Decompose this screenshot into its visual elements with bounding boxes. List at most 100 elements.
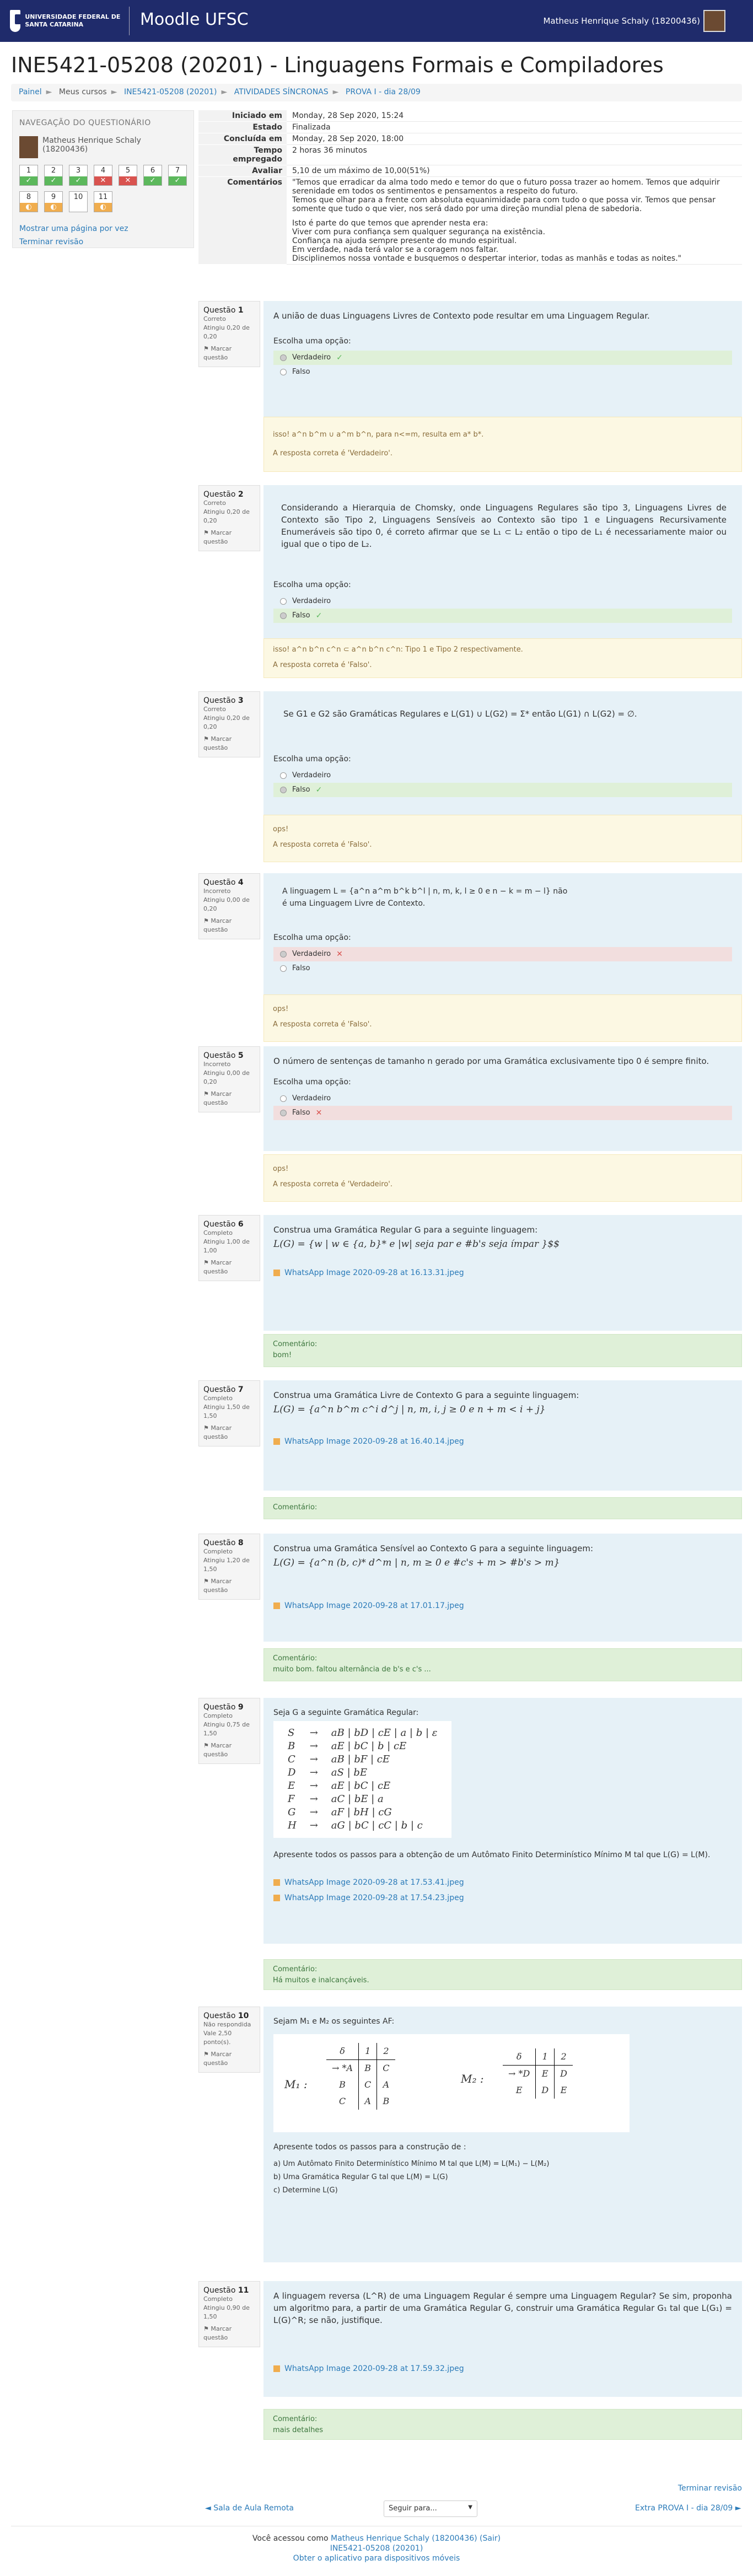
question-1-content: A união de duas Linguagens Livres de Con… xyxy=(263,301,742,417)
attachment-link[interactable]: WhatsApp Image 2020-09-28 at 17.53.41.jp… xyxy=(284,1878,464,1887)
prev-activity-link[interactable]: ◄ Sala de Aula Remota xyxy=(205,2504,294,2513)
option-true[interactable]: Verdadeiro xyxy=(273,594,732,609)
quiz-nav-user-name[interactable]: Matheus Henrique Schaly (18200436) xyxy=(42,136,187,158)
flag-question[interactable]: ⚑ Marcar questão xyxy=(203,345,255,362)
question-nav-button[interactable]: 4 ✕ xyxy=(94,165,112,186)
question-nav-button[interactable]: 9 ◐ xyxy=(44,191,63,212)
attachment-link[interactable]: WhatsApp Image 2020-09-28 at 17.59.32.jp… xyxy=(284,2364,464,2373)
table-head-cell: 2 xyxy=(376,2043,395,2060)
question-8-comment: Comentário: muito bom. faltou alternânci… xyxy=(263,1648,742,1681)
attachment-link[interactable]: WhatsApp Image 2020-09-28 at 16.13.31.jp… xyxy=(284,1268,464,1277)
breadcrumb-separator: ► xyxy=(111,88,117,96)
attachment-link[interactable]: WhatsApp Image 2020-09-28 at 17.54.23.jp… xyxy=(284,1894,464,1902)
user-avatar[interactable] xyxy=(703,10,725,32)
breadcrumb: Painel ► Meus cursos ► INE5421-05208 (2020… xyxy=(11,84,742,101)
question-word: Questão xyxy=(203,1385,238,1394)
user-menu-name[interactable]: Matheus Henrique Schaly (18200436) xyxy=(543,16,700,26)
flag-question[interactable]: ⚑ Marcar questão xyxy=(203,1259,255,1276)
flag-question[interactable]: ⚑ Marcar questão xyxy=(203,735,255,752)
option-true[interactable]: Verdadeiro xyxy=(273,1091,732,1106)
language-formula: L(G) = {a^n (b, c)* d^m | n, m ≥ 0 e #c'… xyxy=(273,1557,560,1568)
question-nav-number: 3 xyxy=(76,166,81,175)
option-true[interactable]: Verdadeiro ✕ xyxy=(273,947,732,961)
flag-question[interactable]: ⚑ Marcar questão xyxy=(203,1424,255,1442)
question-nav-button[interactable]: 10 xyxy=(69,191,88,212)
question-score: Atingiu 0,00 de 0,20 xyxy=(203,896,250,912)
flag-question[interactable]: ⚑ Marcar questão xyxy=(203,2050,255,2068)
show-one-page-link[interactable]: Mostrar uma página por vez xyxy=(19,224,128,233)
flag-icon: ⚑ xyxy=(203,735,211,743)
question-nav-button[interactable]: 8 ◐ xyxy=(19,191,38,212)
next-activity-link[interactable]: Extra PROVA I - dia 28/09 ► xyxy=(635,2504,741,2513)
flag-question[interactable]: ⚑ Marcar questão xyxy=(203,917,255,934)
question-nav-button[interactable]: 2 ✓ xyxy=(44,165,63,186)
radio-selected[interactable] xyxy=(280,951,287,958)
radio[interactable] xyxy=(280,965,287,972)
attachment-link[interactable]: WhatsApp Image 2020-09-28 at 17.01.17.jp… xyxy=(284,1601,464,1610)
check-icon: ✓ xyxy=(336,353,343,362)
image-file-icon xyxy=(273,1879,280,1886)
question-buttons: 1 ✓ 2 ✓ 3 ✓ 4 ✕ 5 ✕ 6 ✓ 7 ✓ 8 ◐ 9 ◐ 10 11 ◐ xyxy=(19,165,187,212)
finish-review-link[interactable]: Terminar revisão xyxy=(19,238,83,246)
option-false[interactable]: Falso ✕ xyxy=(273,1106,732,1120)
breadcrumb-my-courses[interactable]: Meus cursos xyxy=(59,88,107,96)
summary-label: Estado xyxy=(198,121,287,133)
question-status: Incorreto xyxy=(203,1061,231,1068)
m1-transition-table: δ 1 2 → *A B C B C A C A B xyxy=(326,2043,395,2110)
option-false[interactable]: Falso xyxy=(273,961,732,976)
radio-selected[interactable] xyxy=(280,612,287,619)
question-5-feedback: ops! A resposta correta é 'Verdadeiro'. xyxy=(263,1154,742,1202)
course-link[interactable]: INE5421-05208 (20201) xyxy=(330,2544,423,2553)
question-nav-button[interactable]: 1 ✓ xyxy=(19,165,38,186)
question-2-content: Considerando a Hierarquia de Chomsky, on… xyxy=(263,485,742,638)
radio-selected[interactable] xyxy=(280,787,287,793)
flag-icon: ⚑ xyxy=(203,1424,211,1432)
question-nav-button[interactable]: 6 ✓ xyxy=(143,165,162,186)
option-true[interactable]: Verdadeiro xyxy=(273,768,732,783)
option-false[interactable]: Falso ✓ xyxy=(273,609,732,623)
language-formula: L(G) = {w | w ∈ {a, b}* e |w| seja par e… xyxy=(273,1239,560,1250)
ufsc-logo[interactable]: UNIVERSIDADE FEDERAL DE SANTA CATARINA xyxy=(10,8,126,34)
question-nav-button[interactable]: 7 ✓ xyxy=(168,165,187,186)
radio-selected[interactable] xyxy=(280,1110,287,1116)
radio[interactable] xyxy=(280,1095,287,1102)
table-head-cell: δ xyxy=(503,2048,536,2066)
question-number: Questão 1 xyxy=(203,306,255,315)
flag-question[interactable]: ⚑ Marcar questão xyxy=(203,1741,255,1759)
question-nav-button[interactable]: 11 ◐ xyxy=(94,191,112,212)
summary-comment-line: "Temos que erradicar da alma todo medo e… xyxy=(292,178,720,196)
option-false[interactable]: Falso ✓ xyxy=(273,783,732,797)
flag-icon: ⚑ xyxy=(203,2325,211,2332)
logout-link[interactable]: (Sair) xyxy=(480,2534,501,2543)
question-info: Questão 1 Correto Atingiu 0,20 de 0,20 ⚑ Ma… xyxy=(198,301,260,367)
flag-question[interactable]: ⚑ Marcar questão xyxy=(203,2325,255,2342)
user-photo[interactable] xyxy=(19,136,38,158)
flag-question[interactable]: ⚑ Marcar questão xyxy=(203,1577,255,1595)
logged-user-link[interactable]: Matheus Henrique Schaly (18200436) xyxy=(331,2534,477,2543)
attachment-link[interactable]: WhatsApp Image 2020-09-28 at 16.40.14.jp… xyxy=(284,1437,464,1446)
question-status: Completo xyxy=(203,2295,233,2303)
mobile-app-link[interactable]: Obter o aplicativo para dispositivos móv… xyxy=(293,2554,460,2563)
site-name[interactable]: Moodle UFSC xyxy=(140,10,249,29)
breadcrumb-quiz[interactable]: PROVA I - dia 28/09 xyxy=(346,88,421,96)
jump-to-select[interactable]: Seguir para... ▼ xyxy=(384,2500,477,2517)
breadcrumb-course[interactable]: INE5421-05208 (20201) xyxy=(124,88,217,96)
radio[interactable] xyxy=(280,772,287,779)
breadcrumb-section[interactable]: ATIVIDADES SÍNCRONAS xyxy=(234,88,329,96)
grammar-cell: → xyxy=(309,1780,318,1792)
cross-icon: ✕ xyxy=(315,1109,322,1117)
radio[interactable] xyxy=(280,598,287,605)
question-nav-button[interactable]: 5 ✕ xyxy=(119,165,137,186)
finish-review-link[interactable]: Terminar revisão xyxy=(678,2484,742,2493)
question-nav-button[interactable]: 3 ✓ xyxy=(69,165,88,186)
radio-selected[interactable] xyxy=(280,354,287,361)
question-word: Questão xyxy=(203,1220,238,1229)
radio[interactable] xyxy=(280,369,287,375)
option-true[interactable]: Verdadeiro ✓ xyxy=(273,351,732,365)
flag-question[interactable]: ⚑ Marcar questão xyxy=(203,1090,255,1107)
breadcrumb-painel[interactable]: Painel xyxy=(19,88,42,96)
question-info: Questão 6 Completo Atingiu 1,00 de 1,00 ⚑ M… xyxy=(198,1215,260,1281)
question-status: Completo xyxy=(203,1395,233,1402)
flag-question[interactable]: ⚑ Marcar questão xyxy=(203,529,255,546)
option-false[interactable]: Falso xyxy=(273,365,732,379)
